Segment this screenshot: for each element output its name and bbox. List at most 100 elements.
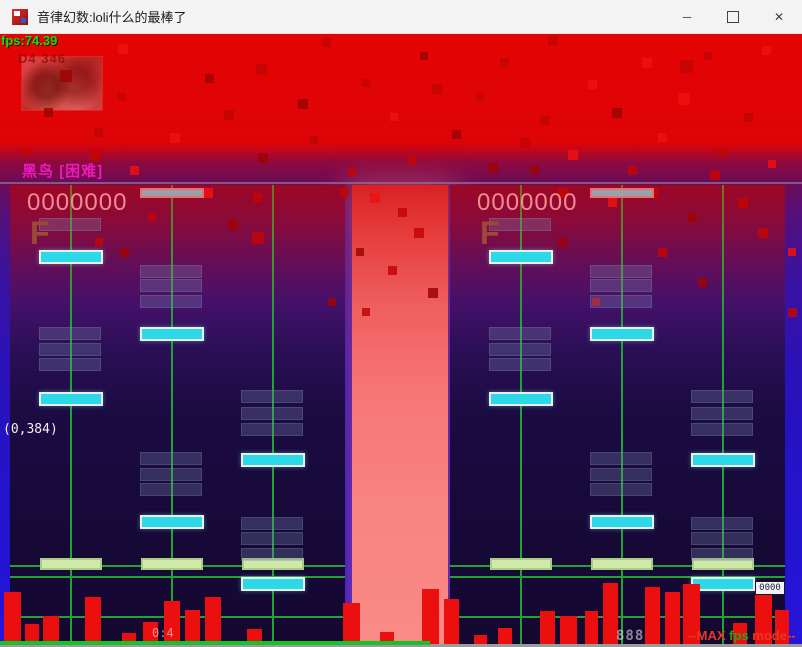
note-gray [691, 532, 753, 545]
particle [256, 64, 267, 75]
note-cyan [140, 327, 204, 341]
note-cyan [39, 250, 103, 264]
note-gray [590, 483, 652, 496]
note-gray [590, 468, 652, 481]
note-cyan [489, 392, 553, 406]
particle [60, 70, 72, 82]
note-gray [39, 327, 101, 340]
particle [488, 163, 498, 173]
minimize-icon: ─ [683, 10, 692, 24]
note-gray [691, 423, 753, 436]
note-cyan [590, 515, 654, 529]
max-mode-pre: --MAX [688, 628, 729, 643]
note-gray [241, 532, 303, 545]
particle [612, 108, 622, 118]
note-cyan [691, 453, 755, 467]
particle [388, 266, 397, 275]
particle [540, 116, 549, 125]
receptor-note [490, 558, 552, 570]
spectrum-bar [4, 592, 21, 644]
note-gray [691, 517, 753, 530]
note-enter [590, 188, 654, 198]
note-cyan [241, 577, 305, 591]
note-gray [691, 390, 753, 403]
particle [738, 198, 748, 208]
receptor-note [591, 558, 653, 570]
art-debug-text: D4 346 [18, 51, 66, 66]
max-mode-fps: fps [729, 628, 752, 643]
minimize-button[interactable]: ─ [664, 0, 710, 33]
particle [398, 208, 407, 217]
note-cyan [590, 327, 654, 341]
particle [658, 248, 667, 257]
particle [500, 58, 509, 67]
grade-left: F [30, 215, 50, 252]
note-gray [691, 548, 753, 561]
max-mode-post: mode-- [752, 628, 795, 643]
note-gray [489, 358, 551, 371]
particle [130, 166, 139, 175]
particle [95, 238, 103, 246]
particle [258, 153, 268, 163]
dynamic-layer [0, 0, 802, 647]
particle [642, 58, 652, 68]
particle [348, 168, 356, 176]
particle [680, 60, 693, 73]
spectrum-bar [665, 592, 680, 644]
particle [428, 288, 438, 298]
particle [476, 93, 484, 101]
particle [148, 213, 156, 221]
ghost-combo: 888 [616, 628, 644, 644]
particle [298, 99, 308, 109]
particle [205, 74, 214, 83]
particle [678, 93, 690, 105]
score-right: 0000000 [477, 189, 577, 217]
note-gray [241, 517, 303, 530]
game-window: 音律幻数:loli什么的最棒了 ─ ✕ fps:74.39 D4 346 黑鸟 … [0, 0, 802, 647]
particle [452, 130, 461, 139]
note-cyan [140, 515, 204, 529]
note-gray [590, 279, 652, 292]
note-gray [489, 343, 551, 356]
spectrum-bar [185, 610, 200, 644]
note-cyan [489, 250, 553, 264]
particle [120, 248, 129, 257]
receptor-note [141, 558, 203, 570]
note-gray [140, 483, 202, 496]
particle [658, 133, 667, 142]
spectrum-bar [422, 589, 439, 644]
particle [118, 93, 126, 101]
title-bar: 音律幻数:loli什么的最棒了 ─ ✕ [0, 0, 802, 34]
particle [758, 228, 768, 238]
particle [432, 84, 442, 94]
spectrum-bar [444, 599, 459, 644]
particle [768, 160, 776, 168]
debug-coordinate: (0,384) [3, 422, 58, 437]
close-button[interactable]: ✕ [756, 0, 802, 33]
maximize-button[interactable] [710, 0, 756, 33]
spectrum-bar [540, 611, 555, 644]
particle [370, 193, 380, 203]
particle [253, 193, 262, 202]
particle [710, 170, 720, 180]
note-cyan [241, 453, 305, 467]
particle [414, 228, 424, 238]
particle [328, 298, 336, 306]
particle [310, 136, 318, 144]
particle [568, 150, 578, 160]
particle [362, 308, 370, 316]
note-gray [590, 265, 652, 278]
particle [408, 156, 417, 165]
note-gray [140, 265, 202, 278]
spectrum-bar [43, 616, 59, 644]
particle [224, 110, 234, 120]
particle [788, 248, 796, 256]
particle [588, 80, 597, 89]
note-gray [489, 327, 551, 340]
particle [530, 165, 539, 174]
particle [362, 79, 370, 87]
counter-box: 0000 [755, 581, 785, 595]
grade-right: F [480, 215, 500, 252]
note-gray [39, 358, 101, 371]
spectrum-bar [85, 597, 101, 644]
